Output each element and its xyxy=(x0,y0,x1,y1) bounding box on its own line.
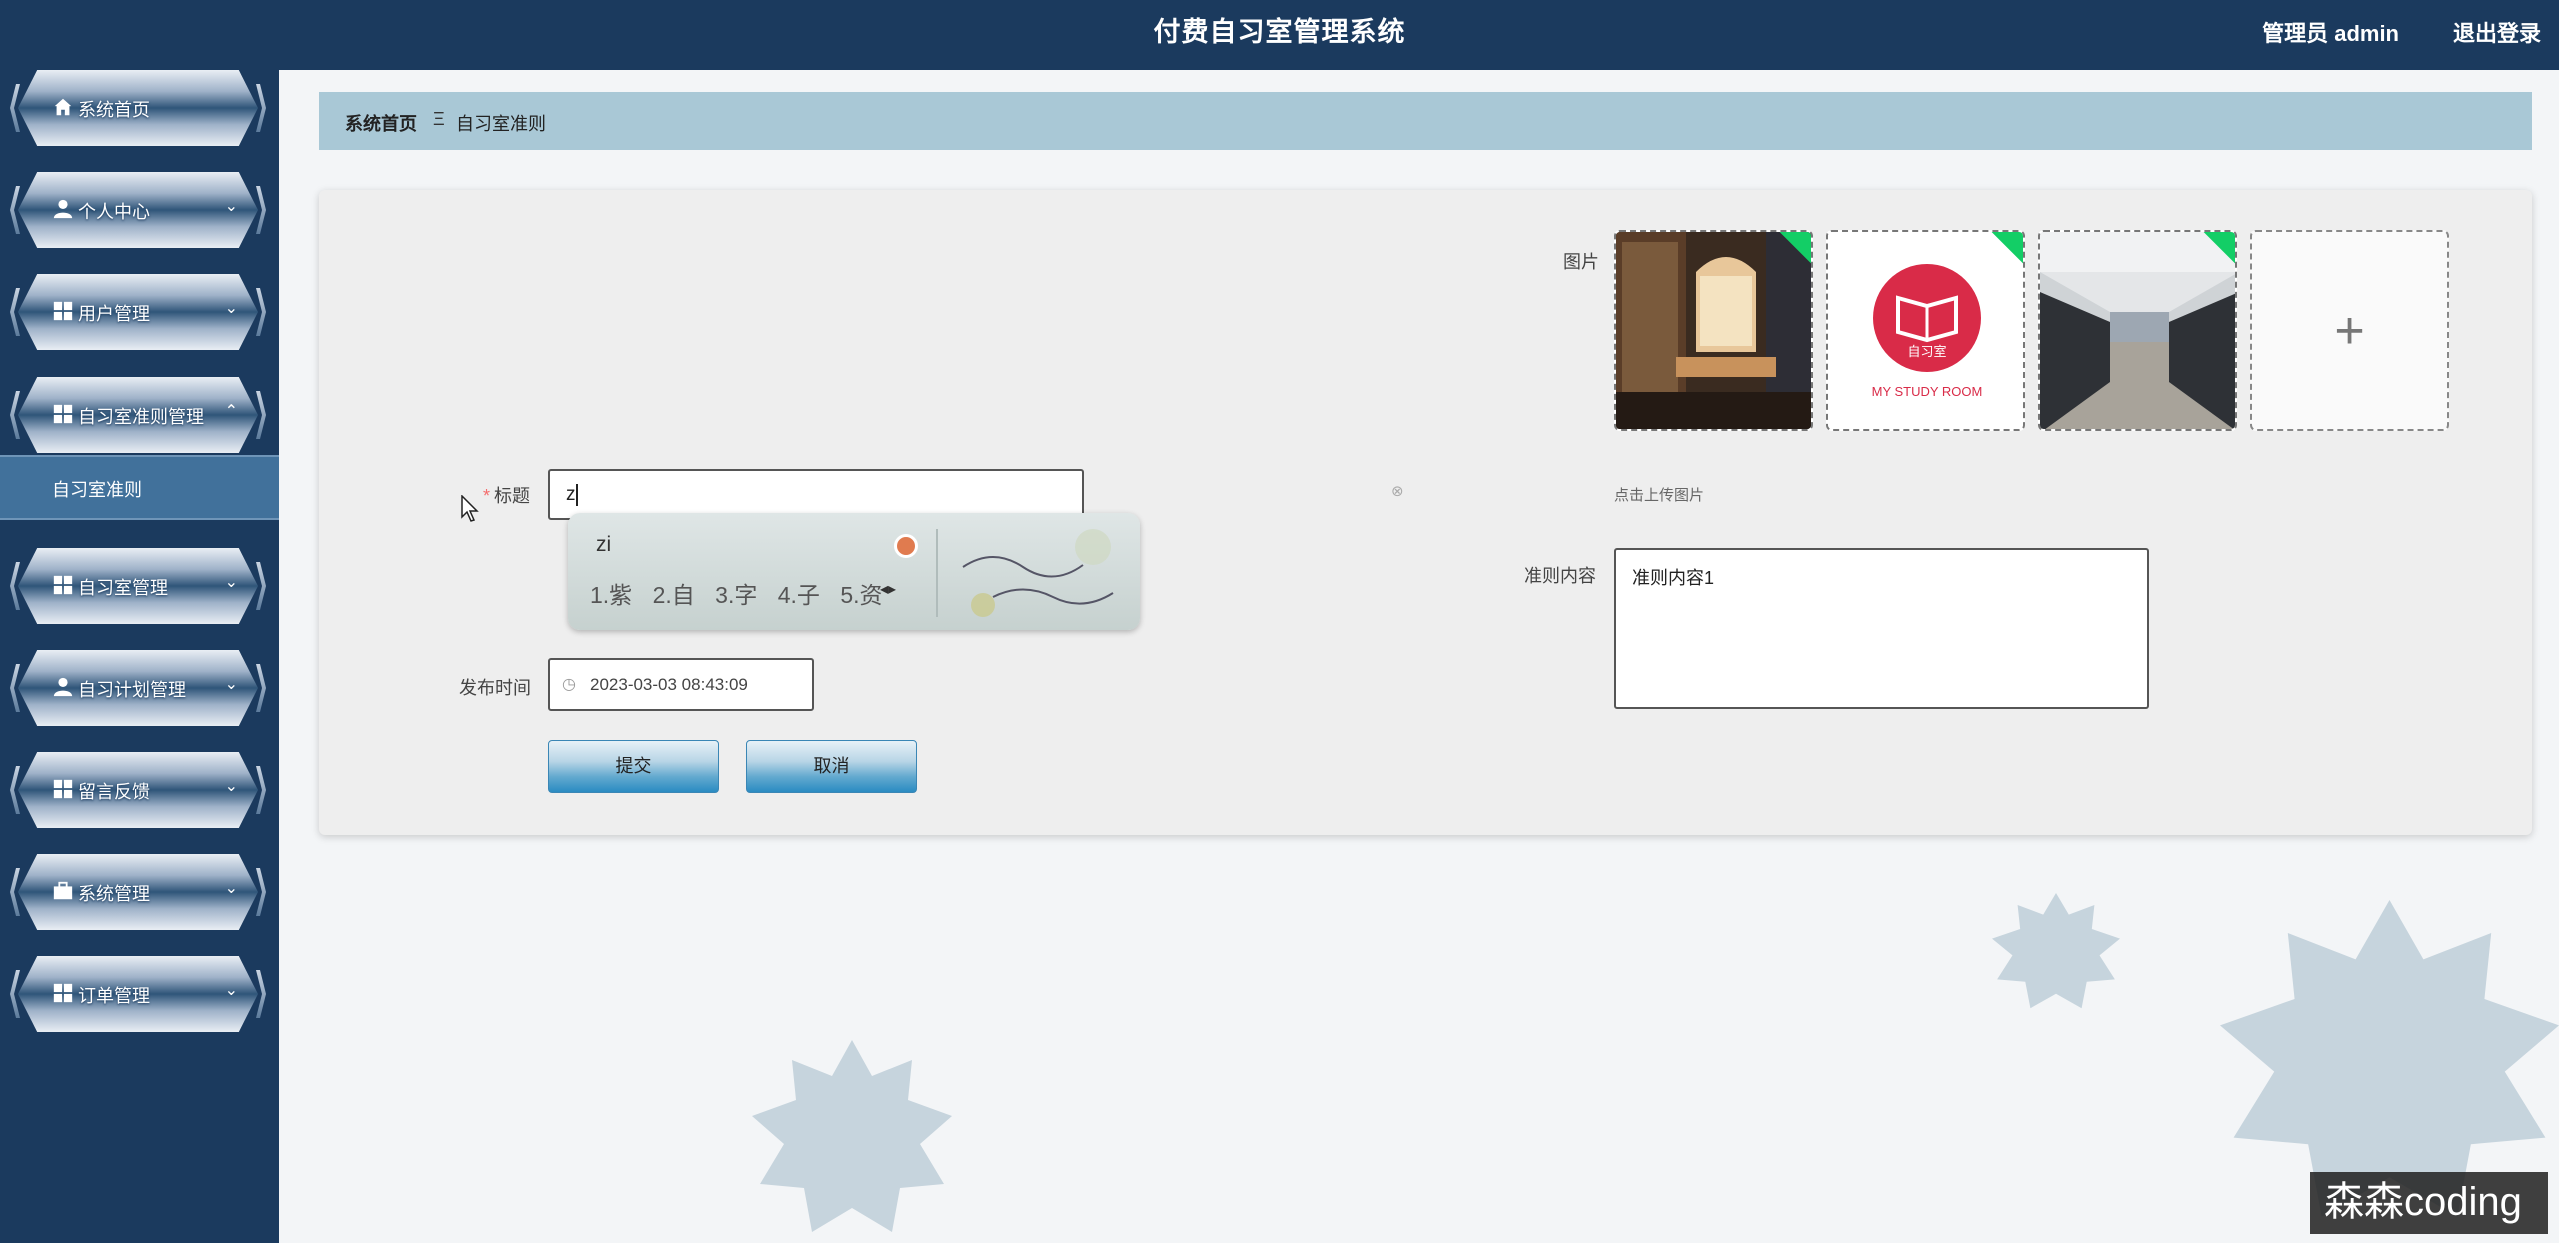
publish-time-label: 发布时间 xyxy=(459,678,531,698)
image-thumbnail-hall[interactable] xyxy=(2038,230,2237,431)
menu-system-management-label: 系统管理 xyxy=(78,884,150,904)
grid-icon xyxy=(53,983,73,1003)
menu-study-room-management[interactable]: 自习室管理 ⌄ xyxy=(10,548,266,624)
image-thumbnail-logo[interactable]: 自习室 MY STUDY ROOM xyxy=(1826,230,2025,431)
cancel-button[interactable]: 取消 xyxy=(746,740,917,793)
decorative-star xyxy=(1992,893,2120,1009)
ime-candidate[interactable]: 4.子 xyxy=(778,582,820,608)
menu-study-room-management-label: 自习室管理 xyxy=(78,578,168,598)
ime-candidate[interactable]: 1.紫 xyxy=(590,582,632,608)
menu-feedback-label: 留言反馈 xyxy=(78,782,150,802)
ime-page-arrows-icon[interactable]: ◂▸ xyxy=(880,579,896,599)
text-cursor xyxy=(575,483,578,506)
publish-time-value: 2023-03-03 08:43:09 xyxy=(590,675,748,694)
ime-skin-decoration-icon xyxy=(962,529,1114,617)
clear-circle-icon[interactable]: ⊗ xyxy=(1391,482,1404,500)
menu-personal-center[interactable]: 个人中心 ⌄ xyxy=(10,172,266,248)
grid-icon xyxy=(53,404,73,424)
chevron-up-icon: ⌃ xyxy=(224,403,238,420)
menu-rules-management-label: 自习室准则管理 xyxy=(78,407,204,427)
home-icon xyxy=(54,98,72,116)
mouse-cursor-icon xyxy=(461,495,479,522)
video-watermark: 森森coding xyxy=(2310,1172,2548,1234)
ime-logo-icon xyxy=(894,534,918,558)
grid-icon xyxy=(53,575,73,595)
sidebar-item-study-rules-label: 自习室准则 xyxy=(52,480,142,500)
menu-feedback[interactable]: 留言反馈 ⌄ xyxy=(10,752,266,828)
logout-link[interactable]: 退出登录 xyxy=(2453,16,2541,48)
ime-candidate[interactable]: 2.自 xyxy=(653,582,695,608)
menu-home-label: 系统首页 xyxy=(78,100,150,120)
ime-candidate-popup: zi 1.紫 2.自 3.字 4.子 5.资 ◂▸ xyxy=(568,513,1140,630)
chevron-down-icon: ⌄ xyxy=(224,880,238,897)
app-title: 付费自习室管理系统 xyxy=(1153,17,1406,47)
menu-user-management[interactable]: 用户管理 ⌄ xyxy=(10,274,266,350)
menu-system-management[interactable]: 系统管理 ⌄ xyxy=(10,854,266,930)
svg-text:自习室: 自习室 xyxy=(1907,344,1946,360)
title-label: * 标题 xyxy=(483,482,530,508)
menu-order-management[interactable]: 订单管理 ⌄ xyxy=(10,956,266,1032)
menu-home[interactable]: 系统首页 xyxy=(10,70,266,146)
ime-candidate[interactable]: 3.字 xyxy=(715,582,757,608)
chevron-down-icon: ⌄ xyxy=(224,676,238,693)
image-upload-button[interactable]: + xyxy=(2250,230,2449,431)
upload-hint: 点击上传图片 xyxy=(1614,487,1705,504)
breadcrumb-separator: Ξ xyxy=(433,109,445,129)
content-textarea[interactable]: 准则内容1 xyxy=(1614,548,2149,709)
publish-time-input[interactable]: ◷ 2023-03-03 08:43:09 xyxy=(548,658,814,711)
image-label: 图片 xyxy=(1563,252,1599,272)
grid-icon xyxy=(53,301,73,321)
briefcase-icon xyxy=(53,881,73,900)
chevron-down-icon: ⌄ xyxy=(224,198,238,215)
decorative-star xyxy=(752,1040,952,1232)
chevron-down-icon: ⌄ xyxy=(224,574,238,591)
title-input-value: z xyxy=(566,484,576,505)
image-thumbnail-cafe[interactable] xyxy=(1614,230,1813,431)
sidebar-item-study-rules[interactable]: 自习室准则 xyxy=(0,455,279,520)
menu-order-management-label: 订单管理 xyxy=(78,986,150,1006)
content-textarea-value: 准则内容1 xyxy=(1632,568,1715,588)
required-marker: * xyxy=(483,486,491,506)
ime-pinyin: zi xyxy=(596,533,612,556)
user-icon xyxy=(53,199,73,219)
clock-icon: ◷ xyxy=(562,676,576,693)
breadcrumb-home[interactable]: 系统首页 xyxy=(345,110,417,136)
plus-icon: + xyxy=(2334,301,2365,360)
breadcrumb-current: 自习室准则 xyxy=(456,114,546,134)
svg-text:MY STUDY ROOM: MY STUDY ROOM xyxy=(1872,384,1983,399)
content-label: 准则内容 xyxy=(1524,566,1596,586)
study-hall-interior-image xyxy=(2040,232,2235,429)
breadcrumb: 系统首页 Ξ 自习室准则 xyxy=(319,92,2532,150)
sidebar: 系统首页 个人中心 ⌄ 用户管理 ⌄ 自习室准则管理 ⌃ 自习室准则 自习室管理… xyxy=(0,0,279,1243)
chevron-down-icon: ⌄ xyxy=(224,778,238,795)
submit-button[interactable]: 提交 xyxy=(548,740,719,793)
menu-user-management-label: 用户管理 xyxy=(78,304,150,324)
chevron-down-icon: ⌄ xyxy=(224,982,238,999)
ime-candidates: 1.紫 2.自 3.字 4.子 5.资 xyxy=(590,576,883,610)
user-icon xyxy=(53,677,73,697)
study-room-logo-image: 自习室 MY STUDY ROOM xyxy=(1828,232,2023,429)
menu-study-plan-management[interactable]: 自习计划管理 ⌄ xyxy=(10,650,266,726)
grid-icon xyxy=(53,779,73,799)
ime-candidate[interactable]: 5.资 xyxy=(840,582,882,608)
menu-personal-center-label: 个人中心 xyxy=(78,202,150,222)
cafe-interior-image xyxy=(1616,232,1811,429)
chevron-down-icon: ⌄ xyxy=(224,300,238,317)
menu-study-plan-management-label: 自习计划管理 xyxy=(78,680,186,700)
title-label-text: 标题 xyxy=(494,486,531,506)
current-user: 管理员 admin xyxy=(2262,21,2399,46)
top-header: 付费自习室管理系统 管理员 admin 退出登录 xyxy=(279,0,2559,70)
ime-divider xyxy=(936,529,938,617)
menu-rules-management[interactable]: 自习室准则管理 ⌃ xyxy=(10,377,266,453)
